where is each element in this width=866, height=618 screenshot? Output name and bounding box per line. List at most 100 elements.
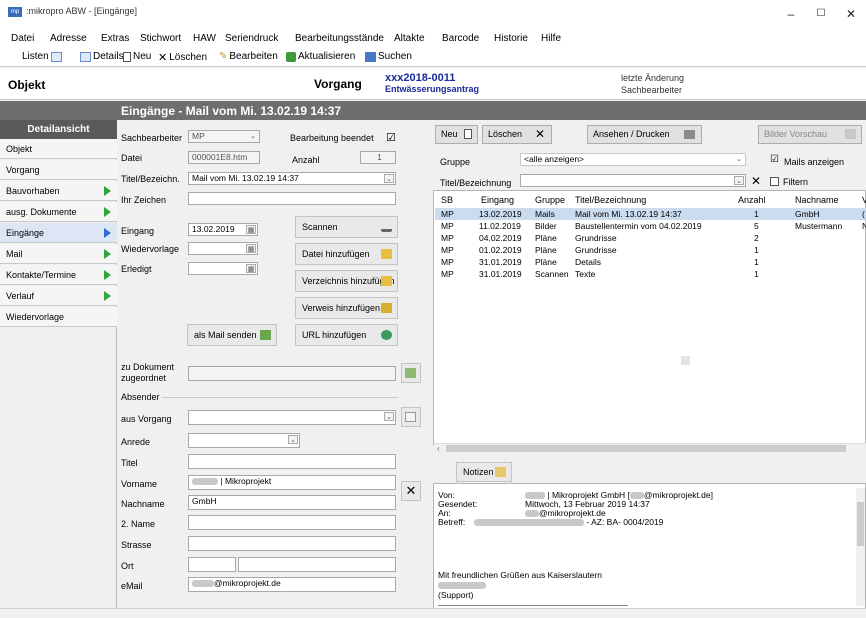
titel-filter-field[interactable]: ⌄ [520, 174, 746, 187]
verweis-hinzufuegen-button[interactable]: Verweis hinzufügen [295, 297, 398, 319]
mails-anzeigen-checkbox[interactable]: ☑ [770, 154, 779, 165]
clear-filter-icon[interactable]: ✕ [751, 174, 761, 188]
titel2-field[interactable] [188, 454, 396, 469]
column-header-titel[interactable]: Titel/Bezeichnung [575, 195, 646, 205]
wiedervorlage-date-field[interactable]: ▦ [188, 242, 258, 255]
scrollbar-thumb[interactable] [446, 445, 846, 452]
sidebar-item-ausg-dokumente[interactable]: ausg. Dokumente [0, 202, 117, 222]
vorname-field[interactable]: | Mikroprojekt [188, 475, 396, 490]
anrede-select[interactable]: ⌄ [188, 433, 300, 448]
erledigt-date-field[interactable]: ▦ [188, 262, 258, 275]
bearbeitung-beendet-checkbox[interactable]: ☑ [386, 131, 396, 144]
datei-hinzufuegen-button[interactable]: Datei hinzufügen [295, 243, 398, 265]
sidebar-item-objekt[interactable]: Objekt [0, 139, 117, 159]
redacted-blur [474, 519, 584, 527]
email-field[interactable]: @mikroprojekt.de [188, 577, 396, 592]
zu-dokument-field[interactable] [188, 366, 396, 381]
expand-arrow-icon [104, 291, 111, 301]
name2-field[interactable] [188, 515, 396, 530]
mail-signature-name [438, 580, 486, 590]
mail-preview[interactable]: Von: | Mikroprojekt GmbH [@mikroprojekt.… [433, 483, 866, 610]
neu-eingang-button[interactable]: Neu [435, 125, 478, 144]
ihr-zeichen-field[interactable] [188, 192, 396, 205]
sidebar-item-vorgang[interactable]: Vorgang [0, 160, 117, 180]
print-icon [684, 130, 695, 139]
menu-barcode[interactable]: Barcode [442, 33, 479, 44]
sidebar-item-kontakte-termine[interactable]: Kontakte/Termine [0, 265, 117, 285]
menu-seriendruck[interactable]: Seriendruck [225, 33, 278, 44]
eingang-date-field[interactable]: 13.02.2019 ▦ [188, 223, 258, 236]
mail-vertical-scrollbar[interactable] [856, 488, 865, 606]
close-button[interactable]: ✕ [836, 3, 866, 25]
ort-field[interactable] [238, 557, 396, 572]
window-title: :mikropro ABW - [Eingänge] [26, 6, 138, 16]
anzahl-field[interactable]: 1 [360, 151, 396, 164]
sachbearbeiter-select[interactable]: MP ⌄ [188, 130, 260, 143]
aktualisieren-button[interactable]: Aktualisieren [286, 51, 355, 62]
scroll-left-icon[interactable]: ‹ [437, 444, 440, 453]
minimize-button[interactable]: – [776, 3, 806, 25]
column-header-sb[interactable]: SB [441, 195, 453, 205]
chevron-down-icon: ⌄ [736, 156, 742, 163]
menu-haw[interactable]: HAW [193, 33, 216, 44]
filtern-checkbox[interactable] [770, 177, 779, 186]
loeschen-eingang-button[interactable]: Löschen ✕ [482, 125, 552, 144]
listen-button[interactable]: Listen [22, 51, 62, 62]
datei-field[interactable]: 000001E8.htm [188, 151, 260, 164]
menu-hilfe[interactable]: Hilfe [541, 33, 561, 44]
list-icon [50, 51, 62, 62]
sachbearbeiter-label: Sachbearbeiter [121, 133, 183, 143]
menu-datei[interactable]: Datei [11, 33, 34, 44]
neu-button[interactable]: Neu [123, 51, 151, 62]
menu-extras[interactable]: Extras [101, 33, 129, 44]
aus-vorgang-pick-button[interactable] [401, 407, 421, 427]
column-header-nachname[interactable]: Nachname [795, 195, 839, 205]
menu-historie[interactable]: Historie [494, 33, 528, 44]
strasse-field[interactable] [188, 536, 396, 551]
new-document-icon [464, 129, 472, 139]
sidebar-item-verlauf[interactable]: Verlauf [0, 286, 117, 306]
vorname-label: Vorname [121, 479, 158, 489]
loeschen-button[interactable]: ✕ Löschen [158, 51, 207, 64]
nachname-field[interactable]: GmbH [188, 495, 396, 510]
menu-bearbeitungsstaende[interactable]: Bearbeitungsstände [295, 33, 384, 44]
scannen-button[interactable]: Scannen [295, 216, 398, 238]
ansehen-drucken-button[interactable]: Ansehen / Drucken [587, 125, 702, 144]
clear-contact-button[interactable]: ✕ [401, 481, 421, 501]
verzeichnis-hinzufuegen-button[interactable]: Verzeichnis hinzufügen [295, 270, 398, 292]
menu-adresse[interactable]: Adresse [50, 33, 87, 44]
sidebar-item-bauvorhaben[interactable]: Bauvorhaben [0, 181, 117, 201]
mail-greeting: Mit freundlichen Grüßen aus Kaiserslaute… [438, 570, 602, 580]
bilder-vorschau-button[interactable]: Bilder Vorschau [758, 125, 862, 144]
betreff-label: Betreff: [438, 517, 466, 527]
column-header-v[interactable]: V [862, 195, 866, 205]
url-hinzufuegen-button[interactable]: URL hinzufügen [295, 324, 398, 346]
sidebar-item-eingaenge[interactable]: Eingänge [0, 223, 117, 243]
gruppe-label: Gruppe [440, 157, 471, 167]
expand-arrow-icon [104, 207, 111, 217]
details-button[interactable]: Details [80, 51, 124, 62]
image-placeholder-icon [681, 356, 690, 365]
chevron-down-icon: ⌄ [384, 174, 394, 183]
als-mail-senden-button[interactable]: als Mail senden [187, 324, 277, 346]
plz-field[interactable] [188, 557, 236, 572]
menu-stichwort[interactable]: Stichwort [140, 33, 181, 44]
sidebar-item-wiedervorlage[interactable]: Wiedervorlage [0, 307, 117, 327]
menu-altakte[interactable]: Altakte [394, 33, 425, 44]
maximize-button[interactable]: ☐ [806, 3, 836, 25]
scrollbar-thumb[interactable] [857, 502, 864, 546]
notizen-button[interactable]: Notizen [456, 462, 512, 482]
suchen-button[interactable]: Suchen [365, 51, 412, 62]
sidebar-item-mail[interactable]: Mail [0, 244, 117, 264]
zu-dokument-pick-button[interactable] [401, 363, 421, 383]
column-header-eingang[interactable]: Eingang [481, 195, 514, 205]
column-header-gruppe[interactable]: Gruppe [535, 195, 565, 205]
gruppe-select[interactable]: <alle anzeigen> ⌄ [520, 153, 746, 166]
vorgang-number: xxx2018-0011 [385, 72, 456, 84]
titel-field[interactable]: Mail vom Mi. 13.02.19 14:37 ⌄ [188, 172, 396, 185]
column-header-anzahl[interactable]: Anzahl [738, 195, 766, 205]
expand-arrow-icon [104, 249, 111, 259]
aus-vorgang-select[interactable]: ⌄ [188, 410, 396, 425]
bearbeiten-button[interactable]: ✎ Bearbeiten [219, 51, 278, 62]
table-horizontal-scrollbar[interactable]: ‹ [434, 443, 866, 453]
